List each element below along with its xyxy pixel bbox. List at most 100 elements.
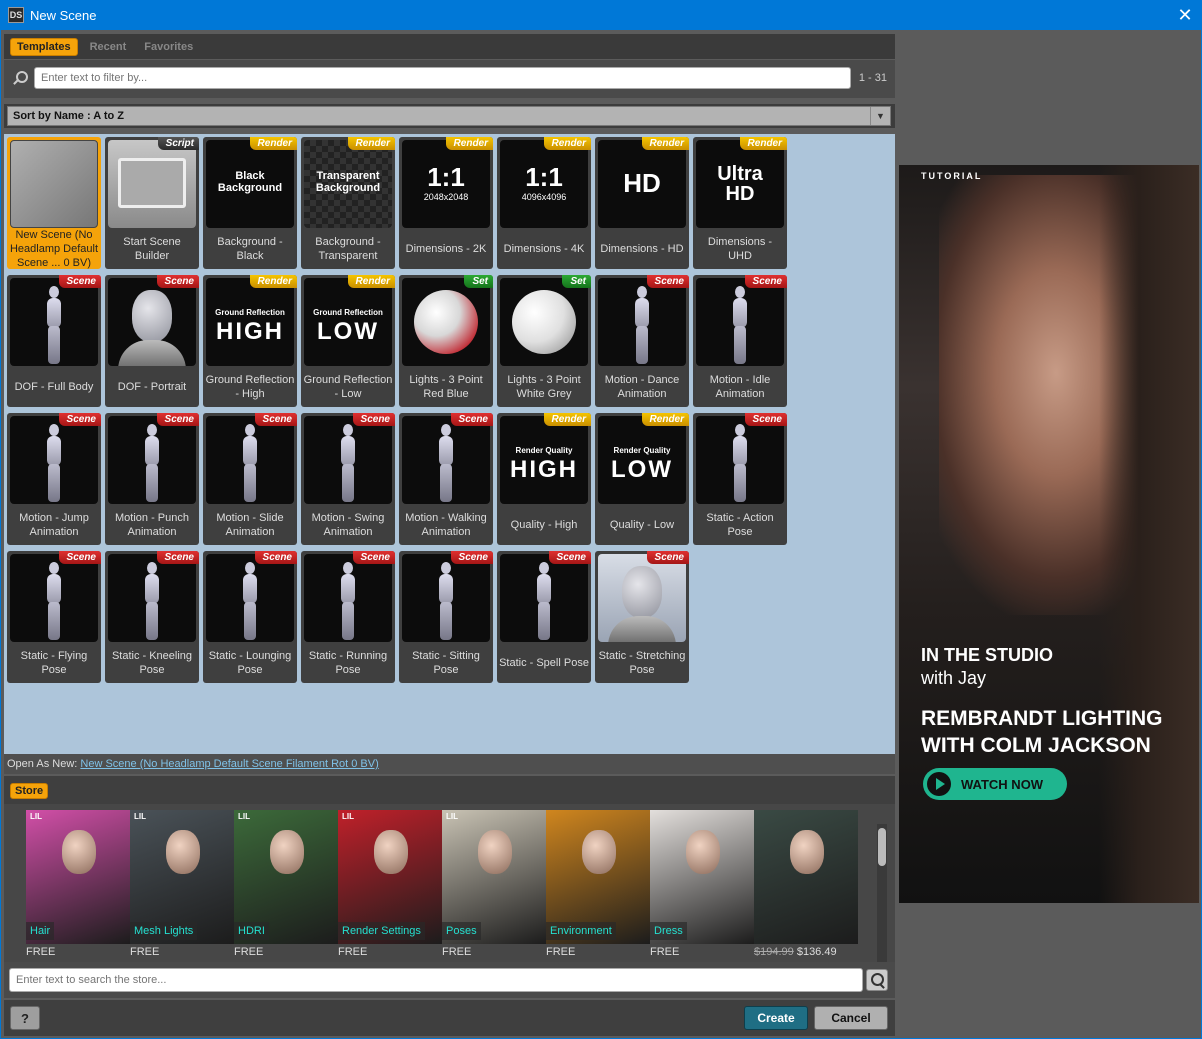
- template-tile-motion-jump-animation[interactable]: Scene Motion - Jump Animation: [7, 413, 101, 545]
- template-tile-motion-dance-animation[interactable]: Scene Motion - Dance Animation: [595, 275, 689, 407]
- product-price: FREE: [26, 946, 56, 958]
- chevron-down-icon[interactable]: ▼: [870, 107, 890, 125]
- template-tile-static-action-pose[interactable]: Scene Static - Action Pose: [693, 413, 787, 545]
- template-tile-background-transparent[interactable]: Transparent Background Render Background -…: [301, 137, 395, 269]
- type-badge: Render: [249, 137, 297, 150]
- figure-part: [439, 436, 453, 466]
- template-tile-lights-3-point-red-blue[interactable]: Set Lights - 3 Point Red Blue: [399, 275, 493, 407]
- figure-part: [440, 602, 452, 640]
- template-label: Static - Flying Pose: [20, 650, 88, 676]
- store-product[interactable]: Environment FREE: [546, 810, 650, 964]
- template-tile-motion-slide-animation[interactable]: Scene Motion - Slide Animation: [203, 413, 297, 545]
- template-thumbnail: Render Quality HIGH: [500, 416, 588, 504]
- figure-part: [145, 574, 159, 604]
- template-tile-new-scene-no-headlamp-default-scene-0-bv[interactable]: New Scene (No Headlamp Default Scene ...…: [7, 137, 101, 269]
- store-product[interactable]: LIL Hair FREE: [26, 810, 130, 964]
- figure-part: [733, 298, 747, 328]
- template-tile-static-flying-pose[interactable]: Scene Static - Flying Pose: [7, 551, 101, 683]
- tab-bar: Templates Recent Favorites: [4, 34, 895, 59]
- figure-icon: [730, 424, 750, 504]
- template-tile-lights-3-point-white-grey[interactable]: Set Lights - 3 Point White Grey: [497, 275, 591, 407]
- type-badge: Render: [543, 413, 591, 426]
- store-product[interactable]: Dress FREE: [650, 810, 754, 964]
- template-tile-ground-reflection-high[interactable]: Ground Reflection HIGH Render Ground Reflec…: [203, 275, 297, 407]
- template-tile-motion-walking-animation[interactable]: Scene Motion - Walking Animation: [399, 413, 493, 545]
- template-tile-dof-full-body[interactable]: Scene DOF - Full Body: [7, 275, 101, 407]
- template-tile-motion-idle-animation[interactable]: Scene Motion - Idle Animation: [693, 275, 787, 407]
- template-tile-static-lounging-pose[interactable]: Scene Static - Lounging Pose: [203, 551, 297, 683]
- store-product[interactable]: LIL Mesh Lights FREE: [130, 810, 234, 964]
- watch-now-button[interactable]: WATCH NOW: [923, 768, 1067, 800]
- figure-icon: [436, 424, 456, 504]
- template-tile-quality-high[interactable]: Render Quality HIGH Render Quality - High: [497, 413, 591, 545]
- store-product[interactable]: $194.99 $136.49: [754, 810, 858, 964]
- lil-badge: LIL: [30, 812, 42, 821]
- store-area: LIL Hair FREE LIL Mesh Lights FREE LIL HDRI FREE…: [4, 804, 895, 964]
- template-label: Background - Transparent: [315, 236, 381, 262]
- template-tile-static-sitting-pose[interactable]: Scene Static - Sitting Pose: [399, 551, 493, 683]
- product-price-row: FREE: [338, 946, 367, 958]
- store-search-button[interactable]: [866, 969, 888, 991]
- template-label: Ground Reflection - Low: [303, 374, 393, 400]
- product-old-price: $194.99: [754, 946, 794, 958]
- template-tile-dimensions-2k[interactable]: 1:1 2048x2048 Render Dimensions - 2K: [399, 137, 493, 269]
- thumb-caption: Ultra HD: [717, 163, 763, 205]
- product-figure-icon: [270, 830, 304, 874]
- close-button[interactable]: ✕: [1168, 0, 1202, 30]
- tab-favorites[interactable]: Favorites: [138, 39, 199, 55]
- watch-now-label: WATCH NOW: [961, 776, 1044, 792]
- template-tile-dimensions-4k[interactable]: 1:1 4096x4096 Render Dimensions - 4K: [497, 137, 591, 269]
- figure-part: [243, 574, 257, 604]
- lil-badge: LIL: [134, 812, 146, 821]
- store-scrollbar[interactable]: [877, 824, 887, 964]
- template-tile-background-black[interactable]: Black Background Render Background - Black: [203, 137, 297, 269]
- scrollbar-thumb[interactable]: [878, 828, 886, 866]
- store-product[interactable]: LIL HDRI FREE: [234, 810, 338, 964]
- template-tile-dimensions-uhd[interactable]: Ultra HD Render Dimensions - UHD: [693, 137, 787, 269]
- sort-dropdown[interactable]: Sort by Name : A to Z ▼: [7, 106, 891, 126]
- template-tile-start-scene-builder[interactable]: Script Start Scene Builder: [105, 137, 199, 269]
- product-price: FREE: [442, 946, 472, 958]
- template-thumbnail: 1:1 2048x2048: [402, 140, 490, 228]
- type-badge: Scene: [352, 551, 395, 564]
- product-price: FREE: [234, 946, 264, 958]
- figure-part: [49, 286, 59, 298]
- ad-line2: with Jay: [921, 668, 987, 688]
- bottom-bar: ? Create Cancel: [4, 1000, 895, 1036]
- template-tile-quality-low[interactable]: Render Quality LOW Render Quality - Low: [595, 413, 689, 545]
- figure-part: [734, 326, 746, 364]
- template-tile-static-kneeling-pose[interactable]: Scene Static - Kneeling Pose: [105, 551, 199, 683]
- template-tile-motion-punch-animation[interactable]: Scene Motion - Punch Animation: [105, 413, 199, 545]
- figure-part: [49, 424, 59, 436]
- store-product[interactable]: LIL Poses FREE: [442, 810, 546, 964]
- help-button[interactable]: ?: [10, 1006, 40, 1030]
- product-figure-icon: [790, 830, 824, 874]
- tab-recent[interactable]: Recent: [84, 39, 133, 55]
- type-badge: Render: [641, 413, 689, 426]
- product-category: HDRI: [234, 922, 269, 940]
- template-tile-static-running-pose[interactable]: Scene Static - Running Pose: [301, 551, 395, 683]
- product-figure-icon: [374, 830, 408, 874]
- head-icon: [622, 566, 662, 618]
- template-label: Lights - 3 Point Red Blue: [409, 374, 483, 400]
- filter-input[interactable]: [34, 67, 851, 89]
- figure-part: [48, 602, 60, 640]
- template-tile-ground-reflection-low[interactable]: Ground Reflection LOW Render Ground Reflect…: [301, 275, 395, 407]
- ad-banner[interactable]: TUTORIAL IN THE STUDIO with Jay REMBRAND…: [899, 165, 1199, 903]
- thumb-caption: LOW: [611, 456, 673, 483]
- create-button[interactable]: Create: [744, 1006, 808, 1030]
- store-search-input[interactable]: [9, 968, 863, 992]
- shoulders-icon: [608, 616, 676, 642]
- template-thumbnail: [696, 278, 784, 366]
- cancel-button[interactable]: Cancel: [814, 1006, 888, 1030]
- tab-templates[interactable]: Templates: [10, 37, 78, 56]
- template-tile-static-spell-pose[interactable]: Scene Static - Spell Pose: [497, 551, 591, 683]
- template-tile-dimensions-hd[interactable]: HD Render Dimensions - HD: [595, 137, 689, 269]
- open-as-link[interactable]: New Scene (No Headlamp Default Scene Fil…: [80, 758, 378, 770]
- store-product[interactable]: LIL Render Settings FREE: [338, 810, 442, 964]
- template-tile-dof-portrait[interactable]: Scene DOF - Portrait: [105, 275, 199, 407]
- tab-store[interactable]: Store: [10, 783, 49, 799]
- template-tile-motion-swing-animation[interactable]: Scene Motion - Swing Animation: [301, 413, 395, 545]
- thumb-caption: Transparent Background: [315, 170, 381, 194]
- template-tile-static-stretching-pose[interactable]: Scene Static - Stretching Pose: [595, 551, 689, 683]
